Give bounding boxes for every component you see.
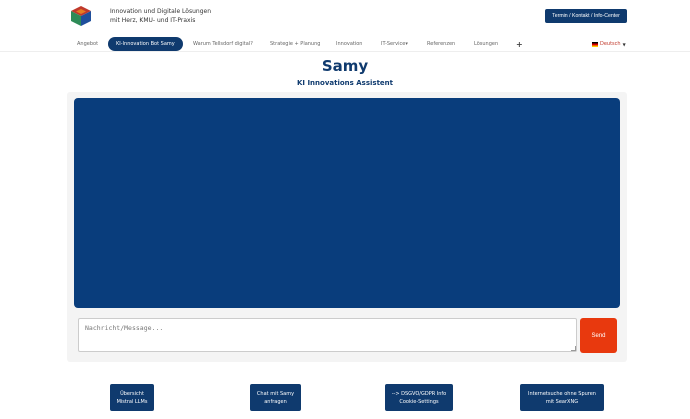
message-input[interactable] — [78, 318, 577, 352]
tagline-line-2: mit Herz, KMU- und IT-Praxis — [110, 17, 196, 24]
contact-info-button[interactable]: Termin / Kontakt / Info-Center — [545, 9, 627, 23]
nav-item-warum-digital[interactable]: Warum Tellsdorf digital? — [193, 38, 253, 50]
nav-item-angebot[interactable]: Angebot — [77, 38, 98, 50]
chat-samy-request-button[interactable]: Chat mit Samy anfragen — [250, 384, 301, 411]
caret-down-icon: ▼ — [622, 41, 626, 47]
nav-item-loesungen[interactable]: Lösungen — [474, 38, 498, 50]
nav-item-ki-innovation-bot[interactable]: KI-Innovation Bot Samy — [108, 37, 183, 51]
cube-logo-icon[interactable] — [70, 5, 92, 27]
gdpr-cookie-settings-button[interactable]: --> DSGVO/GDPR Info Cookie-Settings — [385, 384, 453, 411]
nav-item-it-service[interactable]: IT-Service▾ — [381, 38, 408, 50]
main-navigation: Angebot KI-Innovation Bot Samy Warum Tel… — [0, 36, 690, 52]
nav-item-referenzen[interactable]: Referenzen — [427, 38, 455, 50]
nav-plus-icon[interactable]: + — [516, 38, 523, 50]
tagline-line-1: Innovation und Digitale Lösungen — [110, 8, 211, 15]
nav-item-strategie-planung[interactable]: Strategie + Planung — [270, 38, 320, 50]
chat-messages-area[interactable] — [74, 98, 620, 308]
searxng-search-button[interactable]: Internetsuche ohne Spuren mit SearXNG — [520, 384, 604, 411]
send-button[interactable]: Send — [580, 318, 617, 353]
mistral-llms-button[interactable]: Übersicht Mistral LLMs — [110, 384, 154, 411]
nav-item-innovation[interactable]: Innovation — [336, 38, 362, 50]
language-selector[interactable]: Deutsch ▼ — [592, 38, 626, 50]
page-title: Samy — [321, 57, 369, 75]
site-tagline: Innovation und Digitale Lösungen mit Her… — [110, 7, 211, 25]
german-flag-icon — [592, 41, 598, 47]
language-label: Deutsch — [600, 41, 621, 47]
site-header: Innovation und Digitale Lösungen mit Her… — [0, 0, 690, 34]
page-subtitle: KI Innovations Assistent — [296, 79, 393, 87]
resize-grip-icon[interactable] — [571, 346, 576, 351]
